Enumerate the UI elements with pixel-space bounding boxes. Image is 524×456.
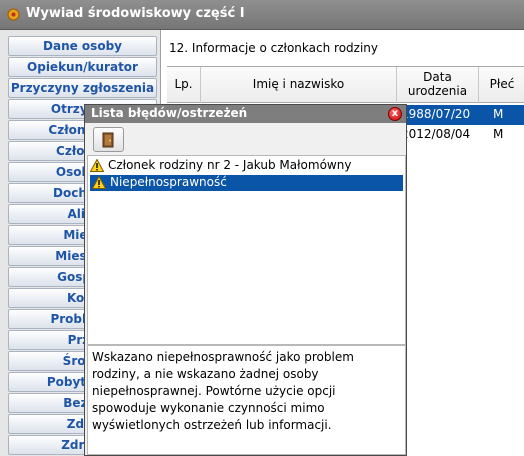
section-title: 12. Informacje o członkach rodziny [169, 41, 378, 55]
col-lp[interactable]: Lp. [167, 67, 201, 103]
dialog-title: Lista błędów/ostrzeżeń [91, 106, 248, 120]
col-dob-label-1: Data [423, 70, 452, 84]
window-title: Wywiad środowiskowy część I [26, 6, 245, 21]
list-item[interactable]: Członek rodziny nr 2 - Jakub Małomówny [88, 158, 405, 174]
col-sex-label: Płeć [489, 77, 515, 91]
table-header: Lp. Imię i nazwisko Data urodzenia Płeć [167, 67, 524, 103]
nav-przyczyny[interactable]: Przyczyny zgłoszenia [8, 78, 157, 98]
message-text: Niepełnosprawność [110, 175, 227, 189]
list-item[interactable]: Niepełnosprawność [90, 175, 403, 191]
col-name-label: Imię i nazwisko [252, 77, 345, 91]
col-dob-label-2: urodzenia [407, 84, 468, 98]
dialog-titlebar: Lista błędów/ostrzeżeń x [85, 105, 406, 123]
window-titlebar: Wywiad środowiskowy część I [0, 0, 524, 30]
cell-dob: 1988/07/20 [401, 107, 471, 121]
app-icon [7, 8, 20, 21]
message-text: Członek rodziny nr 2 - Jakub Małomówny [108, 158, 352, 172]
col-sex[interactable]: Płeć [479, 67, 524, 103]
warning-icon [90, 159, 104, 172]
message-detail: Wskazano niepełnosprawność jako problem … [87, 345, 406, 455]
exit-button[interactable] [93, 127, 124, 152]
cell-sex: M [493, 127, 504, 141]
col-lp-label: Lp. [174, 77, 193, 91]
col-dob[interactable]: Data urodzenia [397, 67, 479, 103]
errors-warnings-dialog: Lista błędów/ostrzeżeń x Członek rodziny… [84, 104, 407, 456]
nav-dane-osoby[interactable]: Dane osoby [8, 36, 157, 56]
messages-list: Członek rodziny nr 2 - Jakub Małomówny N… [87, 155, 406, 345]
door-exit-icon [102, 132, 114, 148]
warning-icon [92, 176, 106, 189]
cell-dob: 2012/08/04 [401, 127, 471, 141]
close-icon[interactable]: x [388, 107, 402, 121]
col-name[interactable]: Imię i nazwisko [201, 67, 397, 103]
family-members-table: Lp. Imię i nazwisko Data urodzenia Płeć … [167, 66, 524, 141]
nav-opiekun-kurator[interactable]: Opiekun/kurator [8, 57, 157, 77]
cell-sex: M [493, 107, 504, 121]
